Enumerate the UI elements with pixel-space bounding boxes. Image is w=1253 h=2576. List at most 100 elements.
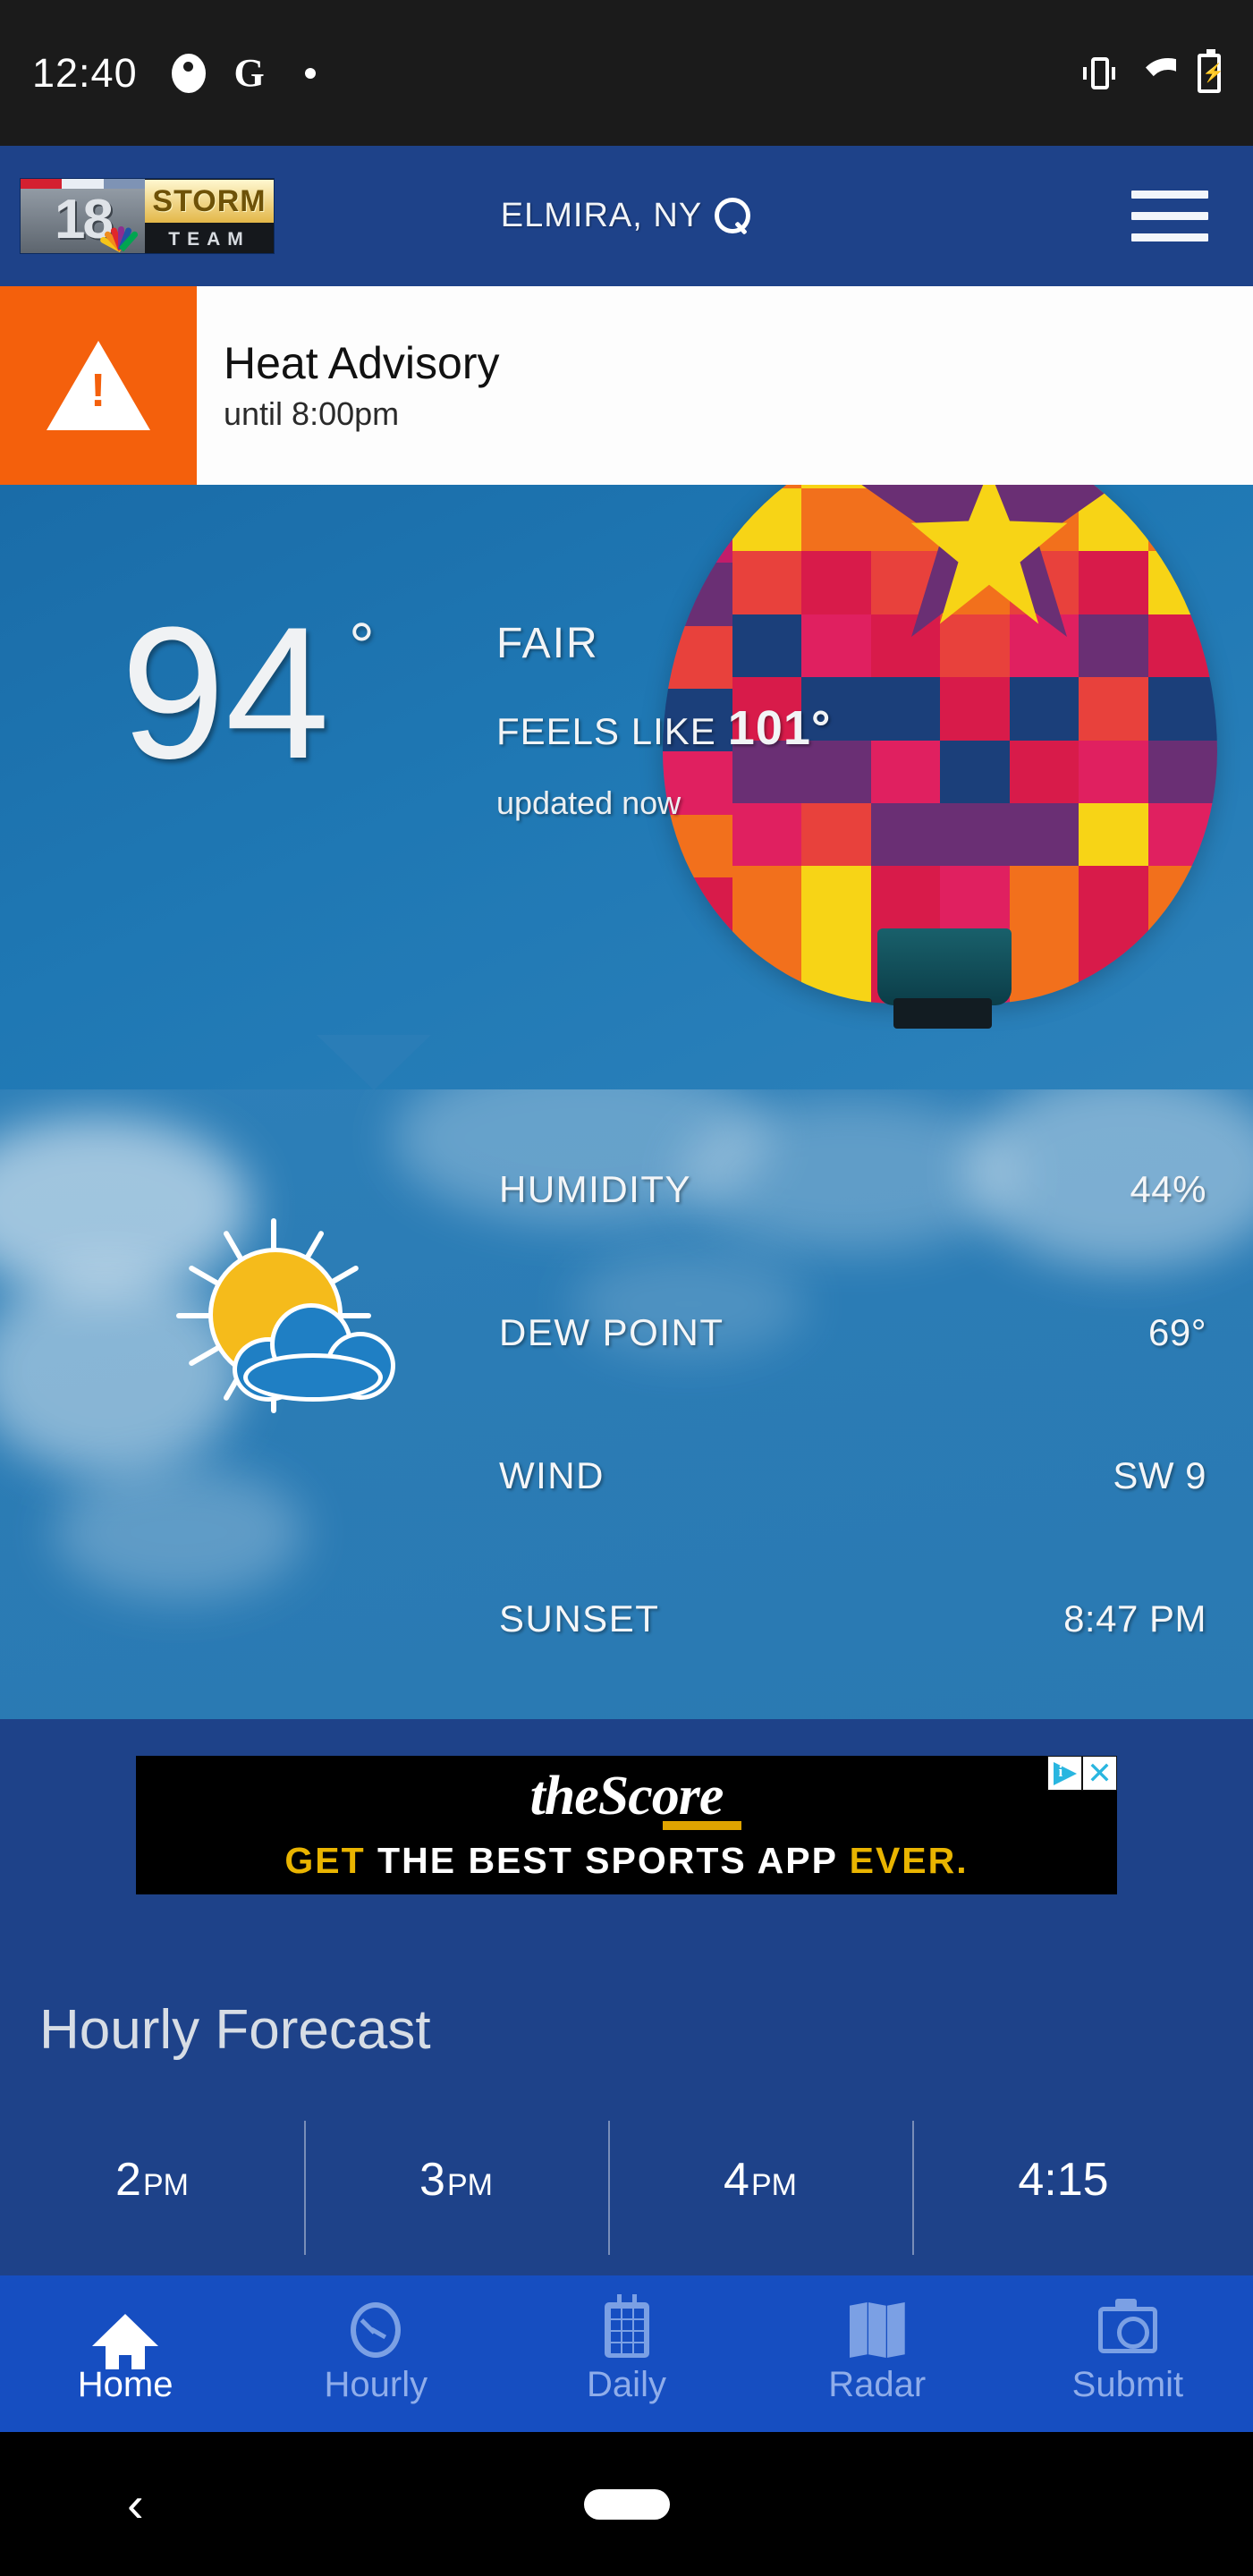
channel-number-logo: 18 [21,179,146,253]
wifi-icon [1137,58,1176,89]
ad-tagline-part-2: THE BEST SPORTS APP [377,1840,838,1881]
station-logo[interactable]: 18 STORM TEAM [20,178,275,254]
nav-label: Submit [1071,2365,1184,2404]
weather-app-screen: 12:40 G 18 [0,0,1253,2576]
nav-label: Hourly [324,2365,428,2404]
system-status-bar: 12:40 G [0,0,1253,146]
nav-label: Radar [828,2365,927,2404]
status-bar-notification-icons: G [170,50,329,95]
advertisement-banner[interactable]: theScore GET THE BEST SPORTS APP EVER. ✕ [136,1756,1117,1894]
close-icon[interactable]: ✕ [1082,1756,1117,1791]
hourly-suffix: PM [142,2168,189,2202]
team-text: TEAM [168,229,250,250]
hourly-suffix: PM [750,2168,797,2202]
hourly-hour: 3 [419,2154,445,2206]
bottom-navigation-bar: Home Hourly Daily Radar Submit [0,2275,1253,2432]
home-pill-indicator[interactable] [583,2488,670,2520]
hourly-time: 3 PM [419,2153,493,2207]
nav-label: Daily [587,2365,666,2404]
nav-item-radar[interactable]: Radar [752,2302,1003,2405]
current-location-label: ELMIRA, NY [500,197,703,234]
condition-column: FAIR FEELS LIKE 101° updated now [496,619,831,822]
details-rows: HUMIDITY 44% DEW POINT 69° WIND SW 9 SUN… [0,1089,1253,1719]
hourly-cell[interactable]: 4 PM [608,2121,912,2255]
hourly-hour: 4:15 [1018,2154,1109,2206]
dot-icon [292,55,329,92]
camera-icon [1097,2299,1157,2358]
nav-item-hourly[interactable]: Hourly [250,2302,501,2405]
logo-color-bar [21,179,146,189]
degree-symbol: ° [349,611,375,682]
calendar-icon [604,2294,649,2358]
advertisement-zone: theScore GET THE BEST SPORTS APP EVER. ✕ [0,1719,1253,1931]
hourly-cell[interactable]: 3 PM [304,2121,608,2255]
status-bar-system-icons [1083,48,1224,93]
detail-value: 8:47 PM [1063,1597,1206,1640]
feels-like-label: FEELS LIKE [496,710,716,752]
weather-details-panel[interactable]: HUMIDITY 44% DEW POINT 69° WIND SW 9 SUN… [0,1089,1253,1719]
panel-notch-divider [317,1035,431,1089]
condition-text: FAIR [496,620,599,667]
storm-team-logo: STORM TEAM [145,179,274,253]
detail-label: SUNSET [499,1597,660,1640]
feels-like-row: FEELS LIKE 101° [496,700,831,756]
app-notification-icon [170,53,207,93]
alert-title: Heat Advisory [224,338,500,389]
hourly-forecast-heading: Hourly Forecast [39,1999,431,2061]
feels-like-value: 101° [727,701,832,755]
ad-tagline-part-3: EVER. [849,1840,969,1881]
google-icon: G [233,50,265,95]
vibrate-icon [1083,54,1115,93]
hourly-suffix: PM [446,2168,493,2202]
detail-row-sunset: SUNSET 8:47 PM [499,1590,1206,1648]
hourly-time: 2 PM [115,2153,189,2207]
nav-item-submit[interactable]: Submit [1003,2299,1253,2405]
clock-icon [351,2302,402,2358]
hourly-forecast-list[interactable]: 2 PM 3 PM 4 PM 4:15 [0,2121,1253,2255]
alert-subtitle: until 8:00pm [224,394,400,432]
warning-triangle-icon [0,286,197,485]
hourly-time: 4:15 [1018,2153,1110,2207]
app-header-bar: 18 STORM TEAM ELMIRA, NY [0,146,1253,286]
detail-value: 44% [1130,1168,1206,1210]
home-icon [92,2302,159,2369]
ad-tagline: GET THE BEST SPORTS APP EVER. [284,1840,968,1882]
hourly-forecast-section: Hourly Forecast 2 PM 3 PM 4 PM 4:15 [0,1931,1253,2275]
alert-text-block: Heat Advisory until 8:00pm [197,286,499,485]
ad-controls: ✕ [1047,1756,1117,1791]
detail-value: 69° [1147,1311,1206,1353]
ad-brand-logo: theScore [529,1766,741,1830]
current-temperature-block: 94 ° FAIR FEELS LIKE 101° updated now [0,485,1253,1089]
battery-charging-icon [1198,48,1224,93]
back-chevron-icon[interactable]: ‹ [127,2479,144,2529]
detail-value: SW 9 [1113,1454,1206,1496]
hourly-cell[interactable]: 4:15 [912,2121,1216,2255]
weather-alert-banner[interactable]: Heat Advisory until 8:00pm [0,286,1253,485]
nav-item-home[interactable]: Home [0,2302,250,2405]
detail-label: DEW POINT [499,1311,724,1353]
search-icon[interactable] [715,197,752,235]
current-conditions-panel[interactable]: 94 ° FAIR FEELS LIKE 101° updated now [0,485,1253,1089]
hourly-hour: 2 [115,2154,141,2206]
current-temperature: 94 [121,588,330,798]
detail-row-humidity: HUMIDITY 44% [499,1161,1206,1218]
detail-row-wind: WIND SW 9 [499,1447,1206,1504]
updated-timestamp: updated now [496,784,682,821]
hourly-hour: 4 [724,2154,749,2206]
nav-label: Home [77,2365,174,2404]
nav-item-daily[interactable]: Daily [501,2294,751,2405]
detail-label: WIND [499,1454,605,1496]
hourly-cell[interactable]: 2 PM [0,2135,304,2251]
map-icon [849,2302,905,2358]
storm-text: STORM [145,180,274,223]
status-bar-clock: 12:40 [32,49,138,96]
detail-label: HUMIDITY [499,1168,691,1210]
adchoices-icon[interactable] [1047,1756,1082,1791]
location-selector[interactable]: ELMIRA, NY [479,197,775,235]
nbc-peacock-icon [98,208,141,253]
android-navigation-bar: ‹ [0,2432,1253,2576]
hourly-time: 4 PM [724,2153,797,2207]
detail-row-dew-point: DEW POINT 69° [499,1304,1206,1361]
ad-tagline-part-1: GET [284,1840,366,1881]
hamburger-menu-icon[interactable] [1131,191,1208,242]
